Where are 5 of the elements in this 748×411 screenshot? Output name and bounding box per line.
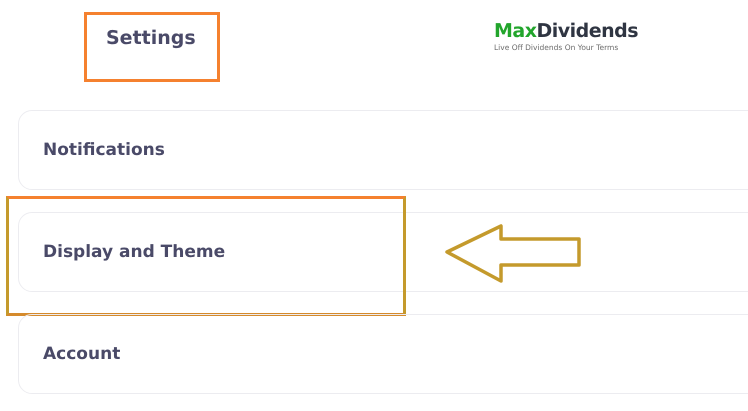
page-title: Settings [106,27,196,49]
settings-menu-item[interactable]: Account [18,314,748,394]
brand-logo: MaxDividends [494,20,638,42]
settings-menu-item[interactable]: Display and Theme [18,212,748,292]
settings-menu-item[interactable]: Notifications [18,110,748,190]
